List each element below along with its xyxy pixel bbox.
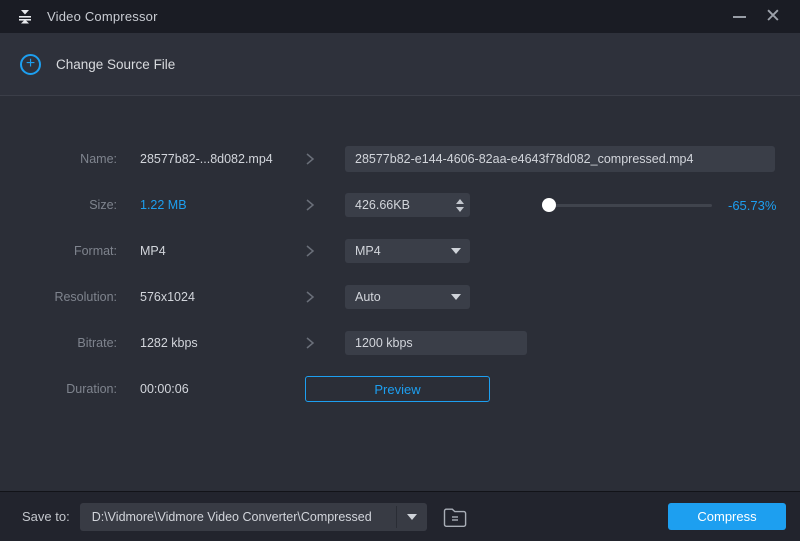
duration-row: Duration: 00:00:06 Preview bbox=[0, 366, 800, 412]
format-label: Format: bbox=[73, 244, 117, 258]
size-label: Size: bbox=[89, 198, 117, 212]
save-to-label: Save to: bbox=[22, 509, 70, 524]
compress-app-icon bbox=[16, 8, 34, 26]
stepper-up-icon[interactable] bbox=[456, 198, 464, 204]
close-button[interactable]: ✕ bbox=[756, 4, 790, 30]
minimize-icon bbox=[732, 15, 746, 18]
format-source-value: MP4 bbox=[140, 244, 166, 258]
format-select[interactable]: MP4 bbox=[345, 239, 470, 263]
open-folder-button[interactable] bbox=[440, 504, 470, 530]
duration-label: Duration: bbox=[66, 382, 117, 396]
arrow-right-icon bbox=[305, 151, 317, 167]
close-icon: ✕ bbox=[765, 6, 781, 27]
bitrate-source-value: 1282 kbps bbox=[140, 336, 198, 350]
video-compressor-window: Video Compressor ✕ + Change Source File … bbox=[0, 0, 800, 541]
arrow-right-icon bbox=[305, 243, 317, 259]
resolution-select[interactable]: Auto bbox=[345, 285, 470, 309]
bitrate-label: Bitrate: bbox=[77, 336, 117, 350]
window-title: Video Compressor bbox=[47, 9, 158, 24]
arrow-right-icon bbox=[305, 289, 317, 305]
name-row: Name: 28577b82-...8d082.mp4 bbox=[0, 136, 800, 182]
slider-thumb[interactable] bbox=[542, 198, 556, 212]
format-row: Format: MP4 MP4 bbox=[0, 228, 800, 274]
size-slider[interactable] bbox=[542, 198, 712, 212]
folder-icon bbox=[443, 508, 467, 527]
settings-panel: Name: 28577b82-...8d082.mp4 Size: 1.22 M… bbox=[0, 96, 800, 491]
resolution-row: Resolution: 576x1024 Auto bbox=[0, 274, 800, 320]
stepper-down-icon[interactable] bbox=[456, 206, 464, 212]
target-size-input[interactable] bbox=[355, 198, 456, 212]
resolution-label: Resolution: bbox=[54, 290, 117, 304]
arrow-right-icon bbox=[305, 197, 317, 213]
target-size-spinbox bbox=[345, 193, 470, 217]
resolution-selected-value: Auto bbox=[355, 290, 381, 304]
bitrate-input[interactable] bbox=[345, 331, 527, 355]
save-path-value: D:\Vidmore\Vidmore Video Converter\Compr… bbox=[91, 509, 372, 524]
bitrate-row: Bitrate: 1282 kbps bbox=[0, 320, 800, 366]
save-path-dropdown-button[interactable] bbox=[397, 503, 427, 531]
titlebar: Video Compressor ✕ bbox=[0, 0, 800, 33]
output-name-input[interactable] bbox=[345, 146, 775, 172]
preview-button[interactable]: Preview bbox=[305, 376, 490, 402]
name-label: Name: bbox=[80, 152, 117, 166]
size-stepper bbox=[456, 198, 464, 212]
chevron-down-icon bbox=[451, 248, 461, 254]
size-source-value: 1.22 MB bbox=[140, 198, 187, 212]
footer-bar: Save to: D:\Vidmore\Vidmore Video Conver… bbox=[0, 491, 800, 541]
save-path-combo[interactable]: D:\Vidmore\Vidmore Video Converter\Compr… bbox=[79, 502, 427, 531]
chevron-down-icon bbox=[451, 294, 461, 300]
duration-value: 00:00:06 bbox=[140, 382, 189, 396]
format-selected-value: MP4 bbox=[355, 244, 381, 258]
name-source-value: 28577b82-...8d082.mp4 bbox=[140, 152, 273, 166]
change-source-file-button[interactable]: + Change Source File bbox=[20, 53, 176, 75]
compress-button[interactable]: Compress bbox=[668, 503, 786, 530]
change-source-file-label: Change Source File bbox=[56, 56, 176, 72]
arrow-right-icon bbox=[305, 335, 317, 351]
size-reduction-percent: -65.73% bbox=[728, 197, 777, 213]
size-row: Size: 1.22 MB -65.73% bbox=[0, 182, 800, 228]
header-bar: + Change Source File bbox=[0, 33, 800, 96]
plus-circle-icon: + bbox=[20, 53, 41, 75]
minimize-button[interactable] bbox=[722, 4, 756, 30]
resolution-source-value: 576x1024 bbox=[140, 290, 195, 304]
chevron-down-icon bbox=[406, 513, 417, 520]
slider-track[interactable] bbox=[542, 204, 712, 207]
